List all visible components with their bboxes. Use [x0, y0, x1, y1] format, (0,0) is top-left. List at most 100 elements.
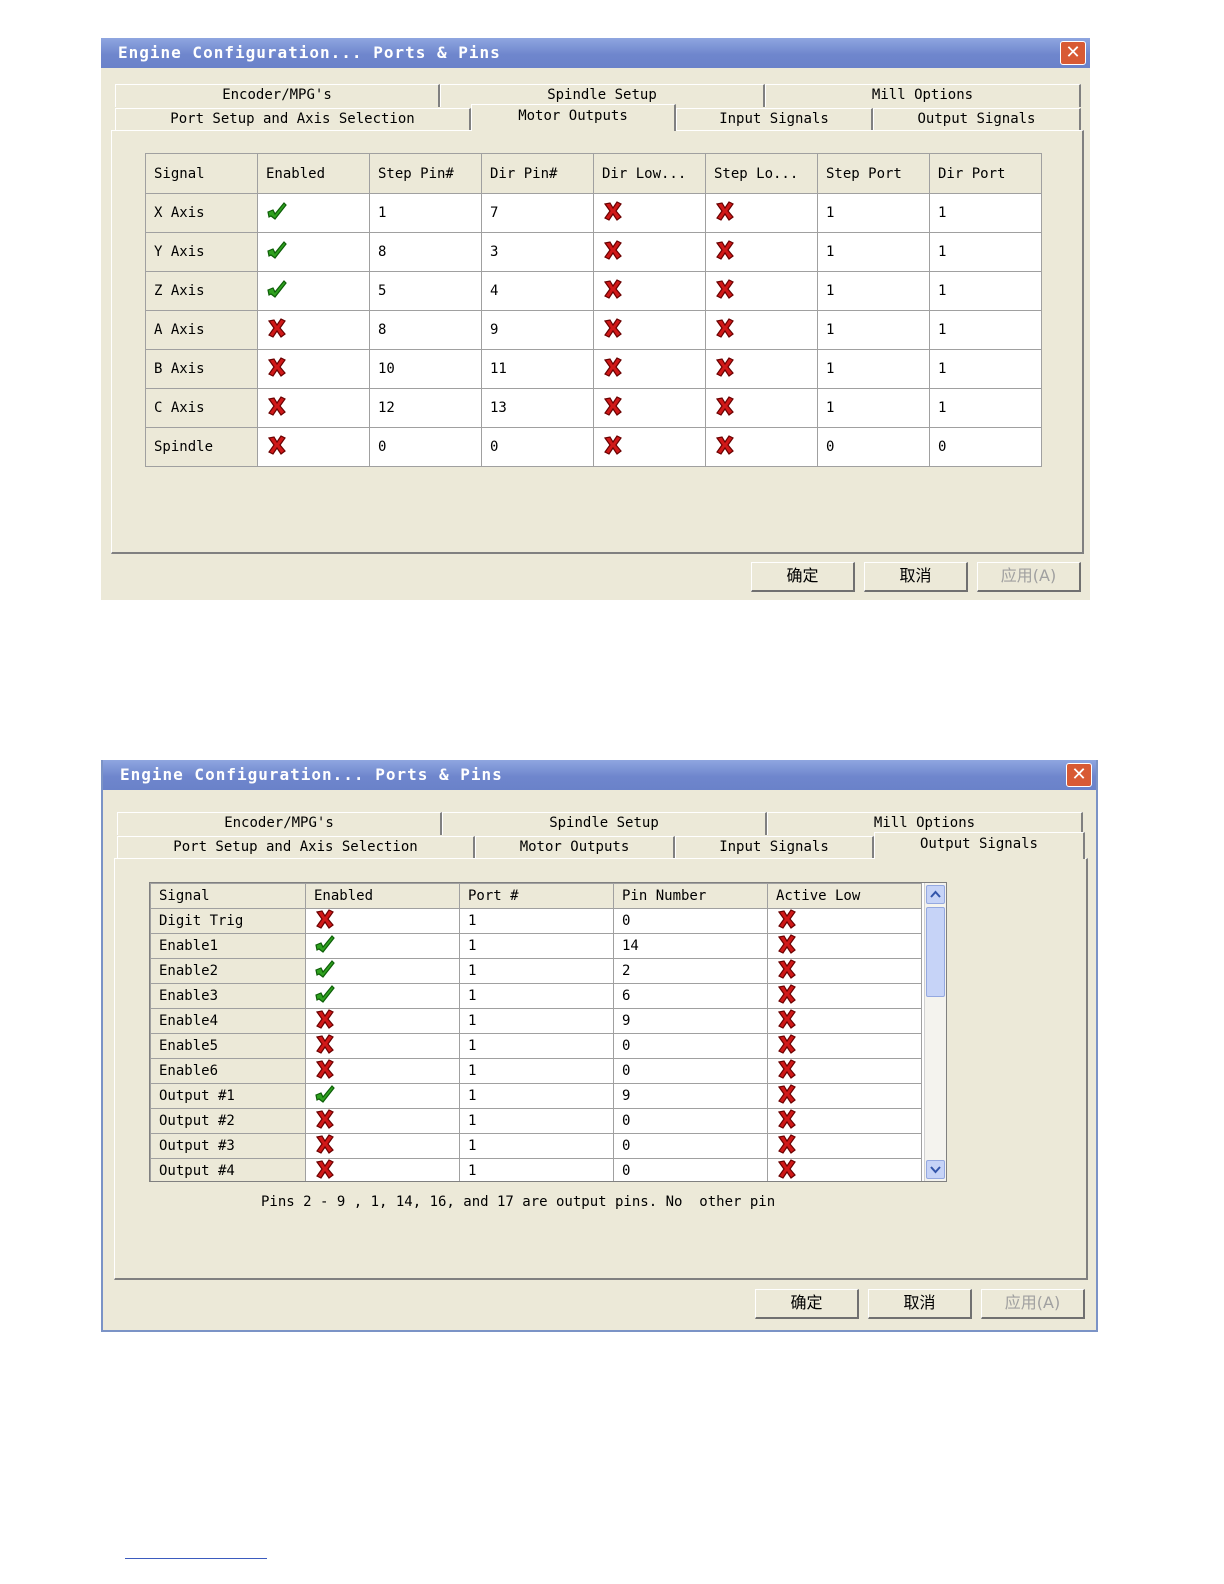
title-bar[interactable]: Engine Configuration... Ports & Pins ✕	[103, 760, 1096, 790]
column-header[interactable]: Pin Number	[613, 883, 768, 909]
step-low-cell[interactable]	[705, 232, 818, 272]
tab-input-signals[interactable]: Input Signals	[676, 108, 873, 131]
column-header[interactable]: Dir Low...	[593, 153, 706, 194]
close-button[interactable]: ✕	[1066, 763, 1092, 787]
column-header[interactable]: Signal	[145, 153, 258, 194]
dir-low-cell[interactable]	[593, 310, 706, 350]
column-header[interactable]: Step Pin#	[369, 153, 482, 194]
pin-number-cell[interactable]: 9	[613, 1008, 768, 1034]
active-low-cell[interactable]	[767, 958, 922, 984]
scroll-thumb[interactable]	[926, 907, 945, 997]
tab-motor-outputs[interactable]: Motor Outputs	[475, 836, 675, 859]
active-low-cell[interactable]	[767, 1108, 922, 1134]
port-cell[interactable]: 1	[459, 1133, 614, 1159]
port-cell[interactable]: 1	[459, 1008, 614, 1034]
enabled-cell[interactable]	[257, 310, 370, 350]
active-low-cell[interactable]	[767, 983, 922, 1009]
tab-encoder-mpgs[interactable]: Encoder/MPG's	[117, 812, 442, 835]
step-pin-cell[interactable]: 1	[369, 193, 482, 233]
vertical-scrollbar[interactable]	[924, 883, 946, 1181]
dir-pin-cell[interactable]: 11	[481, 349, 594, 389]
step-low-cell[interactable]	[705, 388, 818, 428]
apply-button[interactable]: 应用(A)	[977, 562, 1081, 592]
port-cell[interactable]: 1	[459, 958, 614, 984]
step-pin-cell[interactable]: 12	[369, 388, 482, 428]
step-port-cell[interactable]: 1	[817, 193, 930, 233]
step-low-cell[interactable]	[705, 310, 818, 350]
ok-button[interactable]: 确定	[755, 1289, 859, 1319]
enabled-cell[interactable]	[305, 908, 460, 934]
dir-pin-cell[interactable]: 0	[481, 427, 594, 467]
step-low-cell[interactable]	[705, 271, 818, 311]
enabled-cell[interactable]	[257, 193, 370, 233]
column-header[interactable]: Enabled	[257, 153, 370, 194]
active-low-cell[interactable]	[767, 1008, 922, 1034]
scroll-down-button[interactable]	[926, 1160, 945, 1179]
port-cell[interactable]: 1	[459, 1108, 614, 1134]
step-pin-cell[interactable]: 5	[369, 271, 482, 311]
step-pin-cell[interactable]: 8	[369, 232, 482, 272]
port-cell[interactable]: 1	[459, 1058, 614, 1084]
port-cell[interactable]: 1	[459, 1158, 614, 1181]
pin-number-cell[interactable]: 0	[613, 1033, 768, 1059]
step-port-cell[interactable]: 0	[817, 427, 930, 467]
active-low-cell[interactable]	[767, 1133, 922, 1159]
step-port-cell[interactable]: 1	[817, 232, 930, 272]
enabled-cell[interactable]	[257, 349, 370, 389]
dir-low-cell[interactable]	[593, 271, 706, 311]
step-port-cell[interactable]: 1	[817, 271, 930, 311]
enabled-cell[interactable]	[305, 983, 460, 1009]
dir-port-cell[interactable]: 1	[929, 193, 1042, 233]
step-pin-cell[interactable]: 0	[369, 427, 482, 467]
dir-low-cell[interactable]	[593, 193, 706, 233]
dir-low-cell[interactable]	[593, 232, 706, 272]
port-cell[interactable]: 1	[459, 933, 614, 959]
enabled-cell[interactable]	[305, 958, 460, 984]
enabled-cell[interactable]	[257, 427, 370, 467]
enabled-cell[interactable]	[257, 388, 370, 428]
tab-spindle-setup[interactable]: Spindle Setup	[442, 812, 767, 835]
step-pin-cell[interactable]: 10	[369, 349, 482, 389]
pin-number-cell[interactable]: 0	[613, 1058, 768, 1084]
dir-port-cell[interactable]: 1	[929, 310, 1042, 350]
output-signals-grid-viewport[interactable]: Signal Enabled Port # Pin Number Active Low D…	[149, 882, 947, 1182]
enabled-cell[interactable]	[305, 1108, 460, 1134]
column-header[interactable]: Port #	[459, 883, 614, 909]
dir-port-cell[interactable]: 1	[929, 271, 1042, 311]
column-header[interactable]: Active Low	[767, 883, 922, 909]
dir-low-cell[interactable]	[593, 427, 706, 467]
column-header[interactable]: Enabled	[305, 883, 460, 909]
active-low-cell[interactable]	[767, 1083, 922, 1109]
active-low-cell[interactable]	[767, 908, 922, 934]
pin-number-cell[interactable]: 0	[613, 908, 768, 934]
port-cell[interactable]: 1	[459, 983, 614, 1009]
column-header[interactable]: Dir Pin#	[481, 153, 594, 194]
enabled-cell[interactable]	[305, 1158, 460, 1181]
step-low-cell[interactable]	[705, 349, 818, 389]
pin-number-cell[interactable]: 0	[613, 1108, 768, 1134]
tab-output-signals[interactable]: Output Signals	[874, 832, 1085, 859]
step-port-cell[interactable]: 1	[817, 310, 930, 350]
column-header[interactable]: Dir Port	[929, 153, 1042, 194]
tab-mill-options[interactable]: Mill Options	[765, 84, 1081, 107]
tab-encoder-mpgs[interactable]: Encoder/MPG's	[115, 84, 440, 107]
dir-pin-cell[interactable]: 4	[481, 271, 594, 311]
step-low-cell[interactable]	[705, 193, 818, 233]
tab-input-signals[interactable]: Input Signals	[675, 836, 874, 859]
dir-pin-cell[interactable]: 7	[481, 193, 594, 233]
dir-pin-cell[interactable]: 9	[481, 310, 594, 350]
pin-number-cell[interactable]: 0	[613, 1158, 768, 1181]
tab-motor-outputs[interactable]: Motor Outputs	[471, 104, 676, 131]
step-pin-cell[interactable]: 8	[369, 310, 482, 350]
active-low-cell[interactable]	[767, 1033, 922, 1059]
dir-port-cell[interactable]: 0	[929, 427, 1042, 467]
enabled-cell[interactable]	[257, 232, 370, 272]
active-low-cell[interactable]	[767, 1058, 922, 1084]
enabled-cell[interactable]	[305, 1058, 460, 1084]
dir-low-cell[interactable]	[593, 388, 706, 428]
enabled-cell[interactable]	[257, 271, 370, 311]
cancel-button[interactable]: 取消	[868, 1289, 972, 1319]
enabled-cell[interactable]	[305, 1008, 460, 1034]
dir-low-cell[interactable]	[593, 349, 706, 389]
pin-number-cell[interactable]: 14	[613, 933, 768, 959]
